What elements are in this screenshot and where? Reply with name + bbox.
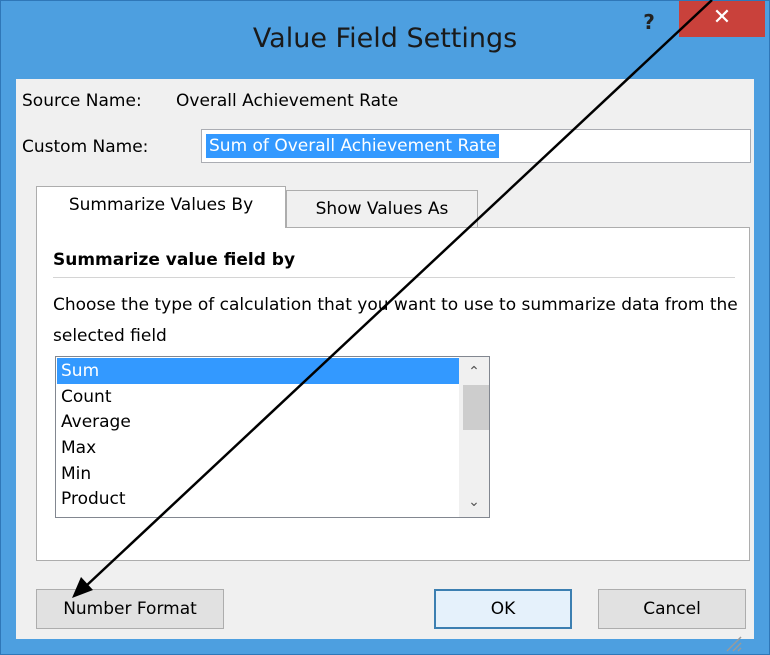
annotation-arrow-icon [72,0,713,598]
tab-summarize-values-by[interactable]: Summarize Values By [36,186,286,228]
